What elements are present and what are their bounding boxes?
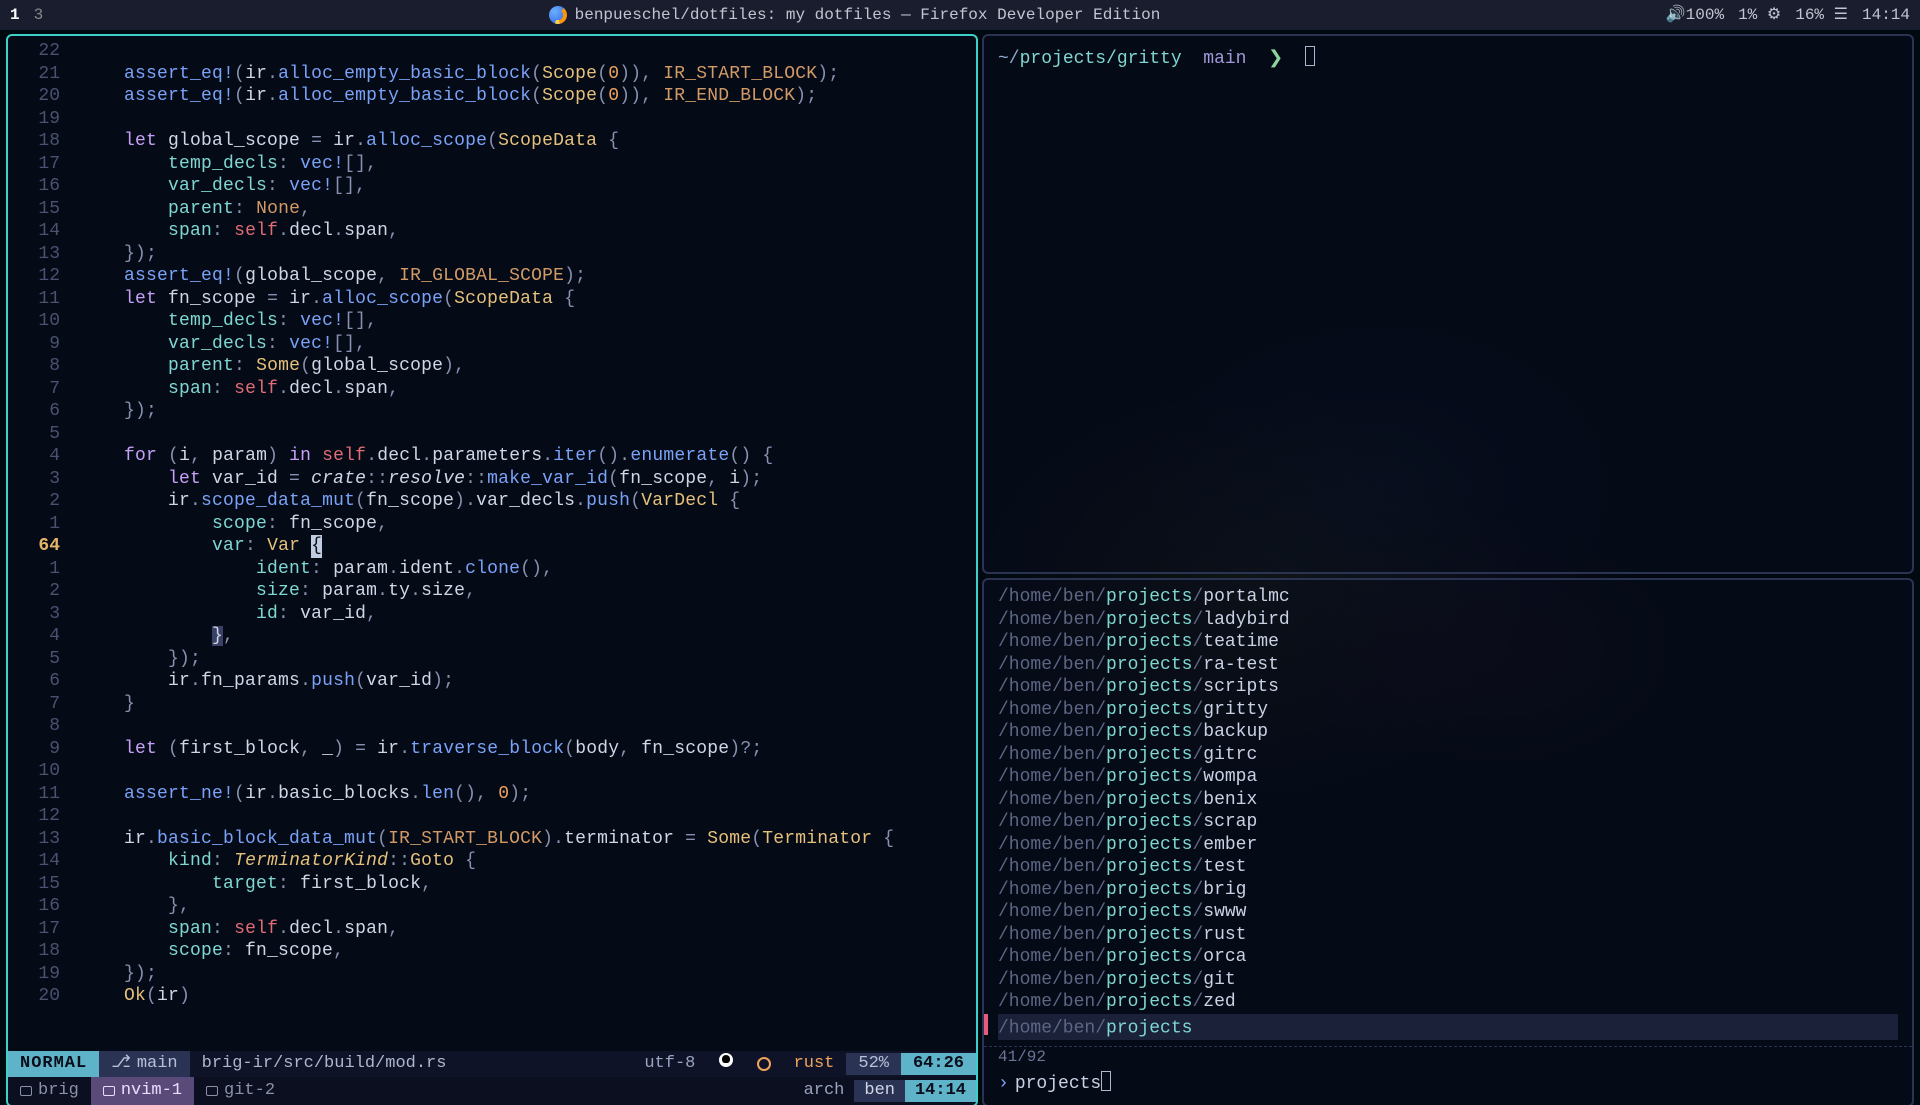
fuzzy-query-text: projects [1015, 1074, 1101, 1094]
tmux-user: ben [854, 1080, 905, 1101]
fuzzy-result-row[interactable]: /home/ben/projects/gritty [998, 699, 1898, 722]
tmux-host: arch [794, 1080, 855, 1101]
fuzzy-result-row[interactable]: /home/ben/projects/rust [998, 924, 1898, 947]
fuzzy-result-row[interactable]: /home/ben/projects/brig [998, 879, 1898, 902]
git-branch-segment: ⎇ main [99, 1051, 189, 1077]
fuzzy-result-row[interactable]: /home/ben/projects/backup [998, 721, 1898, 744]
prompt-char: ❯ [1257, 49, 1283, 69]
fuzzy-result-row[interactable]: /home/ben/projects/ember [998, 834, 1898, 857]
shell-branch: main [1192, 49, 1246, 69]
file-path-segment: brig-ir/src/build/mod.rs [190, 1051, 459, 1077]
fuzzy-result-row[interactable]: /home/ben/projects/zed [998, 991, 1898, 1014]
fuzzy-result-row[interactable]: /home/ben/projects/swww [998, 901, 1898, 924]
git-branch-name: main [137, 1053, 178, 1074]
fuzzy-result-row[interactable]: /home/ben/projects/scrap [998, 811, 1898, 834]
encoding-segment: utf-8 [632, 1053, 707, 1074]
mode-indicator: NORMAL [8, 1051, 99, 1077]
line-number-gutter: 2221201918171615141312111098765432164123… [8, 40, 80, 1051]
fuzzy-result-row[interactable]: /home/ben/projects/gitrc [998, 744, 1898, 767]
fuzzy-result-row[interactable]: /home/ben/projects/ra-test [998, 654, 1898, 677]
fuzzy-result-row[interactable]: /home/ben/projects/portalmc [998, 586, 1898, 609]
tmux-tab[interactable]: brig [8, 1077, 91, 1105]
os-icon [707, 1053, 745, 1067]
editor-pane[interactable]: 2221201918171615141312111098765432164123… [6, 34, 978, 1105]
rust-icon [757, 1057, 771, 1071]
code-viewport[interactable]: assert_eq!(ir.alloc_empty_basic_block(Sc… [80, 40, 976, 1051]
workspace-3[interactable]: 3 [34, 5, 44, 25]
top-bar: 1 3 benpueschel/dotfiles: my dotfiles — … [0, 0, 1920, 30]
fuzzy-finder-pane[interactable]: /home/ben/projects/portalmc/home/ben/pro… [982, 578, 1914, 1105]
linux-icon [719, 1053, 733, 1067]
fuzzy-results[interactable]: /home/ben/projects/portalmc/home/ben/pro… [984, 580, 1912, 1046]
status-tray: 🔊100% 1% ⚙ 16% ☰ 14:14 [1666, 5, 1910, 25]
workspace-1[interactable]: 1 [10, 5, 20, 25]
cpu-indicator: 1% ⚙ [1738, 5, 1781, 25]
fuzzy-prompt[interactable]: › projects [984, 1067, 1912, 1105]
scroll-percent: 52% [846, 1053, 901, 1074]
cursor-position: 64:26 [901, 1053, 976, 1074]
shell-cursor [1305, 46, 1315, 66]
window-icon [103, 1086, 115, 1096]
volume-indicator[interactable]: 🔊100% [1666, 5, 1724, 25]
fuzzy-count: 41/92 [984, 1046, 1912, 1067]
fuzzy-result-row[interactable]: /home/ben/projects/test [998, 856, 1898, 879]
tmux-tab[interactable]: nvim-1 [91, 1077, 194, 1105]
fuzzy-result-row[interactable]: /home/ben/projects/ladybird [998, 609, 1898, 632]
window-icon [20, 1086, 32, 1096]
filetype-segment: rust [745, 1053, 846, 1074]
fuzzy-result-row[interactable]: /home/ben/projects/orca [998, 946, 1898, 969]
tmux-time: 14:14 [905, 1080, 976, 1101]
fuzzy-prompt-icon: › [998, 1074, 1009, 1094]
fuzzy-result-row[interactable]: /home/ben/projects/scripts [998, 676, 1898, 699]
editor-statusline: NORMAL ⎇ main brig-ir/src/build/mod.rs u… [8, 1051, 976, 1077]
fuzzy-result-row[interactable]: /home/ben/projects/wompa [998, 766, 1898, 789]
fuzzy-result-row[interactable]: /home/ben/projects/benix [998, 789, 1898, 812]
shell-cwd: ~/projects/gritty [998, 49, 1182, 69]
battery-indicator: 16% ☰ [1795, 5, 1848, 25]
window-title: benpueschel/dotfiles: my dotfiles — Fire… [43, 5, 1666, 25]
tmux-tabline: brignvim-1git-2 arch ben 14:14 [8, 1077, 976, 1105]
fuzzy-result-row-selected[interactable]: /home/ben/projects [998, 1014, 1898, 1040]
clock: 14:14 [1862, 5, 1910, 25]
tmux-tab[interactable]: git-2 [194, 1077, 287, 1105]
fuzzy-result-row[interactable]: /home/ben/projects/git [998, 969, 1898, 992]
firefox-icon [549, 6, 567, 24]
workspace-list[interactable]: 1 3 [10, 5, 43, 25]
branch-icon: ⎇ [111, 1053, 131, 1074]
shell-pane[interactable]: ~/projects/gritty main ❯ [982, 34, 1914, 574]
fuzzy-result-row[interactable]: /home/ben/projects/teatime [998, 631, 1898, 654]
window-icon [206, 1086, 218, 1096]
window-title-text: benpueschel/dotfiles: my dotfiles — Fire… [575, 5, 1161, 25]
fuzzy-cursor [1101, 1071, 1111, 1091]
